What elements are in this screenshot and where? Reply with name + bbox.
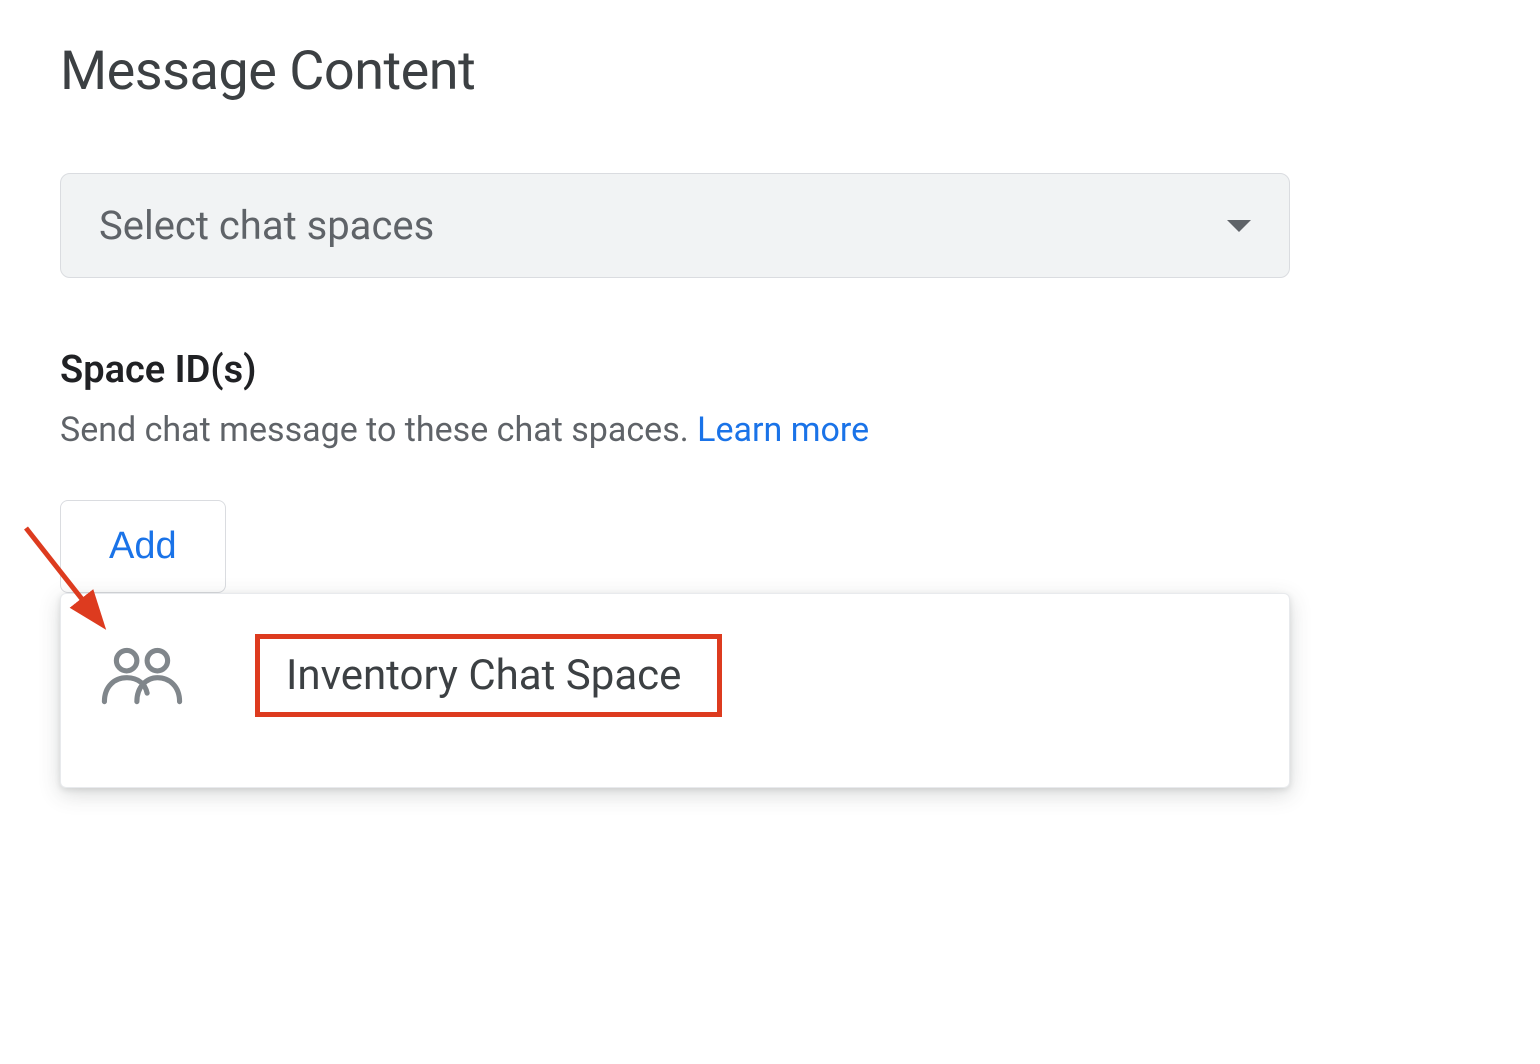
- space-ids-description-text: Send chat message to these chat spaces.: [60, 410, 697, 450]
- select-chat-spaces-dropdown[interactable]: Select chat spaces: [60, 173, 1290, 278]
- caret-down-icon: [1227, 220, 1251, 232]
- add-button[interactable]: Add: [60, 500, 226, 593]
- space-ids-description: Send chat message to these chat spaces. …: [60, 410, 1480, 450]
- chat-space-dropdown-item[interactable]: Inventory Chat Space: [101, 624, 1249, 727]
- chat-space-item-label: Inventory Chat Space: [286, 651, 681, 700]
- page-title: Message Content: [60, 40, 1480, 103]
- chat-spaces-dropdown-panel: Inventory Chat Space: [60, 593, 1290, 788]
- annotation-highlight-box: Inventory Chat Space: [255, 634, 722, 717]
- learn-more-link[interactable]: Learn more: [697, 410, 869, 450]
- people-icon: [101, 645, 183, 707]
- select-chat-spaces-label: Select chat spaces: [99, 202, 434, 249]
- space-ids-label: Space ID(s): [60, 348, 1480, 392]
